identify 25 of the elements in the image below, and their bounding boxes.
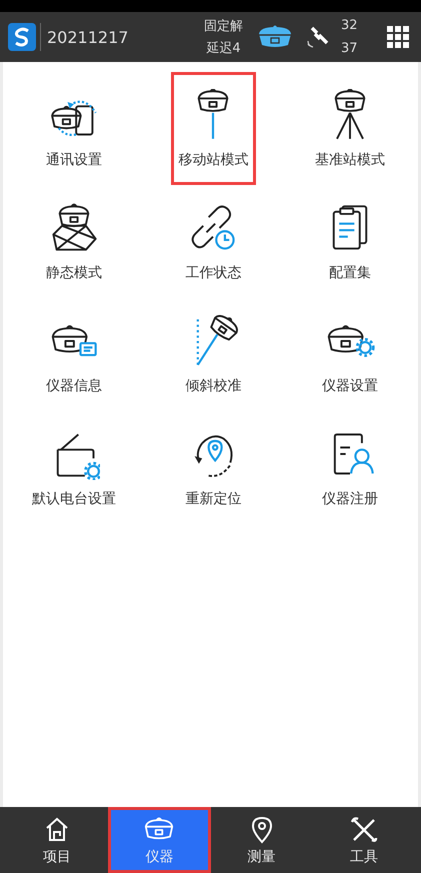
- menu-tile[interactable]: 移动站模式: [171, 72, 256, 185]
- logo-icon[interactable]: [8, 23, 41, 51]
- menu-tile[interactable]: 默认电台设置: [29, 411, 119, 524]
- solution-status: 固定解: [204, 18, 243, 35]
- nav-tab[interactable]: 工具: [312, 807, 415, 873]
- nav-tab[interactable]: 仪器: [108, 807, 210, 873]
- delay-status: 延迟4: [206, 40, 241, 57]
- satellite-icon[interactable]: [305, 24, 331, 50]
- menu-tile[interactable]: 通讯设置: [29, 72, 119, 185]
- menu-tile[interactable]: 仪器设置: [308, 298, 392, 411]
- menu-tile[interactable]: 静态模式: [29, 185, 119, 298]
- satellite-count: 32: [341, 18, 358, 33]
- menu-tile[interactable]: 仪器信息: [29, 298, 119, 411]
- menu-tile[interactable]: 配置集: [308, 185, 392, 298]
- nav-tab[interactable]: 测量: [210, 807, 313, 873]
- menu-tile[interactable]: 重新定位: [171, 411, 256, 524]
- nav-tab[interactable]: 项目: [6, 807, 108, 873]
- date-label: 20211217: [47, 28, 130, 46]
- menu-tile[interactable]: 倾斜校准: [171, 298, 256, 411]
- menu-tile[interactable]: 仪器注册: [308, 411, 392, 524]
- menu-tile[interactable]: 工作状态: [171, 185, 256, 298]
- menu-tile[interactable]: 基准站模式: [308, 72, 392, 185]
- menu-icon[interactable]: [387, 26, 409, 48]
- satellite-count: 37: [341, 41, 358, 56]
- receiver-icon[interactable]: [257, 24, 293, 50]
